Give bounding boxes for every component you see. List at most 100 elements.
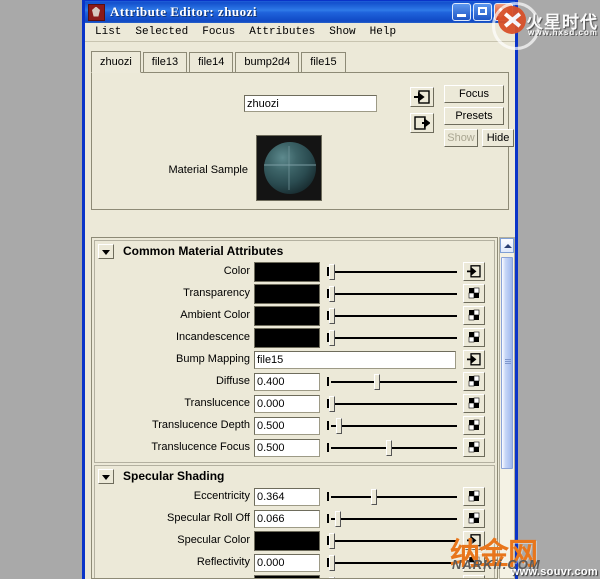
chevron-down-icon[interactable] (98, 468, 114, 484)
attribute-slider[interactable] (325, 373, 457, 391)
vertical-scrollbar[interactable] (499, 237, 515, 579)
slider-handle[interactable] (329, 533, 335, 549)
attribute-value-input[interactable]: file15 (254, 351, 456, 369)
menu-show[interactable]: Show (329, 26, 355, 38)
slider-handle[interactable] (336, 418, 342, 434)
attribute-slider[interactable] (325, 263, 457, 281)
slider-track (331, 403, 457, 405)
menu-focus[interactable]: Focus (202, 26, 235, 38)
color-swatch[interactable] (254, 328, 320, 348)
node-name-input[interactable]: zhuozi (244, 95, 377, 112)
minimize-button[interactable] (452, 3, 471, 21)
checker-icon[interactable] (463, 416, 485, 435)
color-swatch[interactable] (254, 575, 320, 578)
checker-icon[interactable] (463, 438, 485, 457)
scroll-thumb[interactable] (501, 257, 513, 469)
slider-handle[interactable] (374, 374, 380, 390)
slider-handle[interactable] (329, 264, 335, 280)
maximize-button[interactable] (473, 3, 492, 21)
menu-selected[interactable]: Selected (135, 26, 188, 38)
tab-file15[interactable]: file15 (301, 52, 346, 72)
load-attributes-icon[interactable] (410, 87, 434, 107)
checker-icon[interactable] (463, 306, 485, 325)
slider-handle[interactable] (386, 440, 392, 456)
attribute-row: Eccentricity 0.364 (95, 486, 494, 508)
attribute-slider[interactable] (325, 285, 457, 303)
attribute-value-input[interactable]: 0.500 (254, 417, 320, 435)
color-swatch[interactable] (254, 284, 320, 304)
tab-bump2d4[interactable]: bump2d4 (235, 52, 300, 72)
attribute-slider[interactable] (325, 417, 457, 435)
attribute-label-box: Incandescence (95, 327, 250, 349)
checker-icon[interactable] (463, 284, 485, 303)
attribute-label-box: Diffuse (95, 371, 250, 393)
attribute-value-input[interactable]: 0.364 (254, 488, 320, 506)
slider-left-cap (327, 492, 329, 501)
attribute-label-box: Color (95, 261, 250, 283)
section-header[interactable]: Specular Shading (95, 466, 494, 486)
slider-track (331, 518, 457, 520)
close-button[interactable] (494, 3, 513, 21)
attribute-label: Ambient Color (180, 309, 250, 321)
section-common-material-attributes: Common Material Attributes Color Transpare… (94, 240, 495, 463)
attribute-label: Specular Color (177, 534, 250, 546)
checker-icon[interactable] (463, 509, 485, 528)
attribute-label: Translucence Focus (151, 441, 250, 453)
slider-handle[interactable] (329, 330, 335, 346)
attribute-value-input[interactable]: 0.066 (254, 510, 320, 528)
attribute-slider[interactable] (325, 329, 457, 347)
attribute-slider[interactable] (325, 510, 457, 528)
color-swatch[interactable] (254, 531, 320, 551)
slider-handle[interactable] (329, 286, 335, 302)
color-swatch[interactable] (254, 306, 320, 326)
attribute-label: Transparency (183, 287, 250, 299)
attribute-value-input[interactable]: 0.000 (254, 554, 320, 572)
slider-handle[interactable] (329, 555, 335, 571)
slider-handle[interactable] (329, 308, 335, 324)
maya-app-icon (88, 3, 105, 21)
checker-icon[interactable] (463, 328, 485, 347)
checker-icon[interactable] (463, 575, 485, 578)
attribute-slider[interactable] (325, 307, 457, 325)
tab-file13[interactable]: file13 (142, 52, 188, 72)
tab-zhuozi[interactable]: zhuozi (91, 51, 141, 73)
menu-attributes[interactable]: Attributes (249, 26, 315, 38)
checker-icon[interactable] (463, 372, 485, 391)
attribute-label-box: Ambient Color (95, 305, 250, 327)
checker-icon[interactable] (463, 487, 485, 506)
material-sample-swatch[interactable] (256, 135, 322, 201)
color-swatch[interactable] (254, 262, 320, 282)
slider-track (331, 315, 457, 317)
attribute-sections: Common Material Attributes Color Transpare… (91, 237, 498, 579)
map-icon[interactable] (463, 350, 485, 369)
menu-list[interactable]: List (95, 26, 121, 38)
slider-handle[interactable] (329, 396, 335, 412)
scroll-up-arrow[interactable] (500, 238, 514, 253)
section-header[interactable]: Common Material Attributes (95, 241, 494, 261)
window-controls (452, 3, 513, 21)
attribute-label-box: Bump Mapping (95, 349, 250, 371)
focus-button[interactable]: Focus (444, 85, 504, 103)
attribute-value-input[interactable]: 0.400 (254, 373, 320, 391)
attribute-slider[interactable] (325, 554, 457, 572)
slider-handle[interactable] (335, 511, 341, 527)
slider-handle[interactable] (371, 489, 377, 505)
attribute-slider[interactable] (325, 439, 457, 457)
tab-file14[interactable]: file14 (189, 52, 234, 72)
map-icon[interactable] (463, 531, 485, 550)
hide-button[interactable]: Hide (482, 129, 514, 147)
map-icon[interactable] (463, 262, 485, 281)
attribute-value-input[interactable]: 0.500 (254, 439, 320, 457)
node-header-pane: blinn: zhuozi Focus Presets Show Hide Ma… (91, 73, 514, 210)
attribute-slider[interactable] (325, 532, 457, 550)
presets-button[interactable]: Presets (444, 107, 504, 125)
save-attributes-icon[interactable] (410, 113, 434, 133)
attribute-value-input[interactable]: 0.000 (254, 395, 320, 413)
attribute-label: Specular Roll Off (167, 512, 250, 524)
attribute-slider[interactable] (325, 488, 457, 506)
checker-icon[interactable] (463, 553, 485, 572)
checker-icon[interactable] (463, 394, 485, 413)
chevron-down-icon[interactable] (98, 243, 114, 259)
menu-help[interactable]: Help (370, 26, 396, 38)
attribute-slider[interactable] (325, 395, 457, 413)
